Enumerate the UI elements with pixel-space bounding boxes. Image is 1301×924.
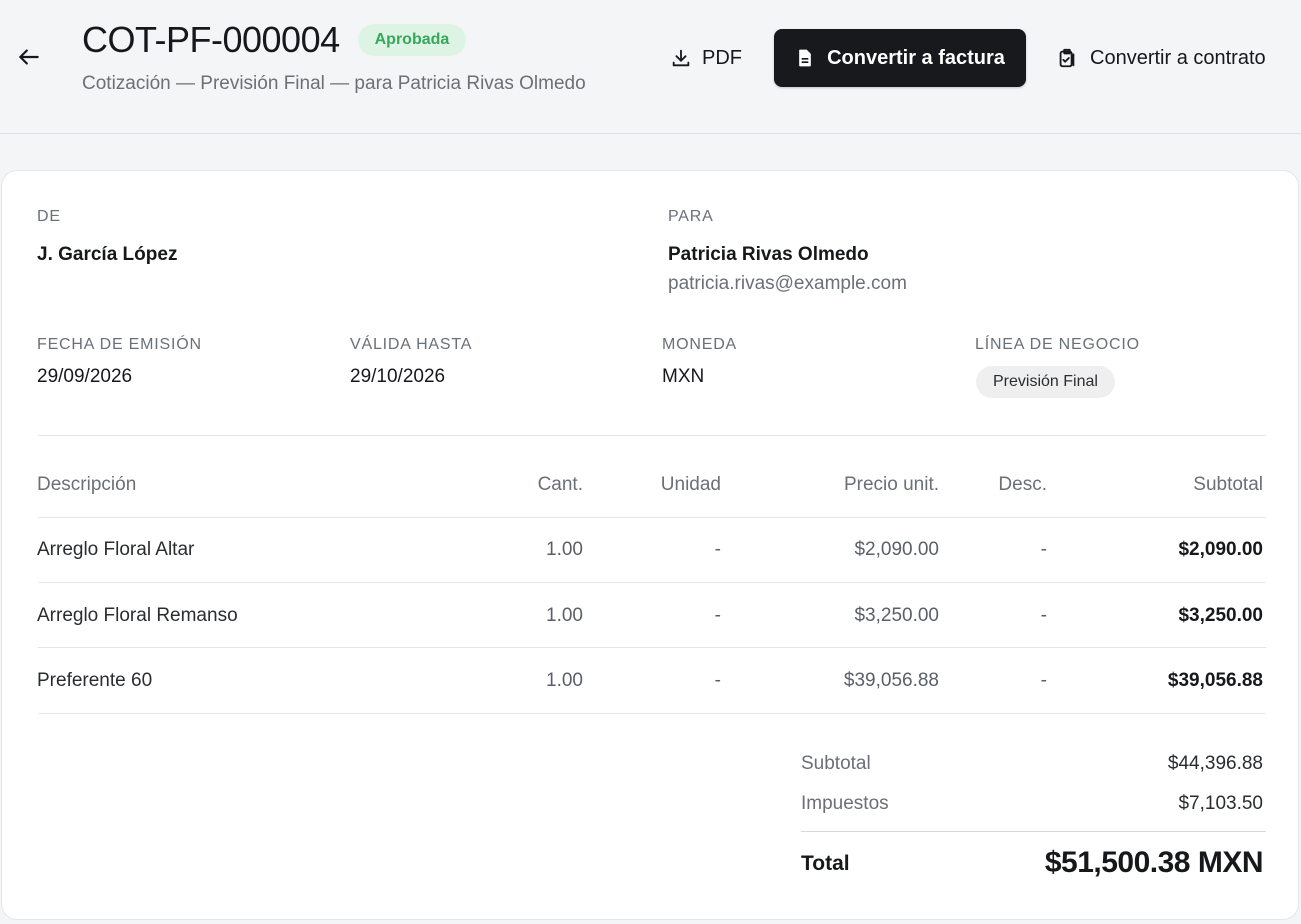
row-quantity: 1.00: [546, 539, 583, 560]
row-quantity: 1.00: [546, 605, 583, 626]
col-quantity: Cant.: [537, 474, 583, 495]
row-unit: -: [714, 539, 721, 560]
row-subtotal: $2,090.00: [1178, 539, 1263, 560]
row-discount: -: [1040, 670, 1047, 691]
row-description: Arreglo Floral Remanso: [37, 605, 238, 626]
col-subtotal: Subtotal: [1193, 474, 1263, 495]
valid-until-label: VÁLIDA HASTA: [350, 336, 473, 353]
back-button[interactable]: [14, 42, 44, 72]
row-unit: -: [714, 670, 721, 691]
table-header-divider: [38, 517, 1266, 518]
row-discount: -: [1040, 605, 1047, 626]
issue-date-value: 29/09/2026: [37, 366, 133, 387]
to-label: PARA: [668, 208, 714, 225]
summary-subtotal-label: Subtotal: [801, 753, 871, 774]
page-subtitle: Cotización — Previsión Final — para Patr…: [82, 73, 586, 94]
from-label: DE: [37, 208, 61, 225]
convert-to-contract-label: Convertir a contrato: [1090, 46, 1266, 69]
summary-total-value: $51,500.38 MXN: [1044, 846, 1264, 879]
download-icon: [672, 49, 690, 67]
clipboard-check-icon: [1059, 48, 1075, 68]
col-unit: Unidad: [660, 474, 721, 495]
valid-until-value: 29/10/2026: [350, 366, 446, 387]
page-title: COT-PF-000004: [82, 19, 340, 60]
convert-to-invoice-button[interactable]: Convertir a factura: [774, 29, 1026, 87]
row-description: Arreglo Floral Altar: [37, 539, 195, 560]
summary-tax-label: Impuestos: [801, 793, 889, 814]
business-line-label: LÍNEA DE NEGOCIO: [975, 336, 1140, 353]
quote-card: DE J. García López PARA Patricia Rivas O…: [1, 170, 1299, 920]
summary-total-label: Total: [801, 852, 850, 875]
convert-to-contract-button[interactable]: Convertir a contrato: [1052, 38, 1270, 78]
row-divider: [38, 647, 1266, 648]
col-discount: Desc.: [998, 474, 1047, 495]
summary-subtotal-value: $44,396.88: [1167, 753, 1263, 774]
from-name: J. García López: [37, 244, 178, 265]
title-row: COT-PF-000004 Aprobada: [82, 19, 467, 60]
row-unit: -: [714, 605, 721, 626]
row-subtotal: $39,056.88: [1167, 670, 1263, 691]
summary-divider: [801, 831, 1266, 832]
summary-tax-value: $7,103.50: [1178, 793, 1263, 814]
row-subtotal: $3,250.00: [1178, 605, 1263, 626]
row-unit-price: $3,250.00: [854, 605, 939, 626]
col-unit-price: Precio unit.: [843, 474, 939, 495]
document-icon: [799, 49, 811, 67]
col-description: Descripción: [37, 474, 137, 495]
convert-to-invoice-label: Convertir a factura: [827, 46, 1005, 69]
row-quantity: 1.00: [546, 670, 583, 691]
arrow-left-icon: [19, 49, 39, 65]
status-badge: Aprobada: [357, 24, 467, 56]
row-unit-price: $39,056.88: [843, 670, 939, 691]
page-header: COT-PF-000004 Aprobada Cotización — Prev…: [0, 0, 1301, 134]
section-divider: [38, 435, 1266, 436]
row-divider: [38, 582, 1266, 583]
row-description: Preferente 60: [37, 670, 153, 691]
to-email: patricia.rivas@example.com: [668, 273, 907, 294]
to-name: Patricia Rivas Olmedo: [668, 244, 869, 265]
pdf-button-label: PDF: [702, 46, 742, 69]
row-divider: [38, 713, 1266, 714]
currency-label: MONEDA: [662, 336, 738, 353]
row-discount: -: [1040, 539, 1047, 560]
issue-date-label: FECHA DE EMISIÓN: [37, 336, 202, 353]
currency-value: MXN: [662, 366, 705, 387]
business-line-chip: Previsión Final: [976, 366, 1115, 398]
row-unit-price: $2,090.00: [854, 539, 939, 560]
pdf-button[interactable]: PDF: [664, 38, 748, 78]
